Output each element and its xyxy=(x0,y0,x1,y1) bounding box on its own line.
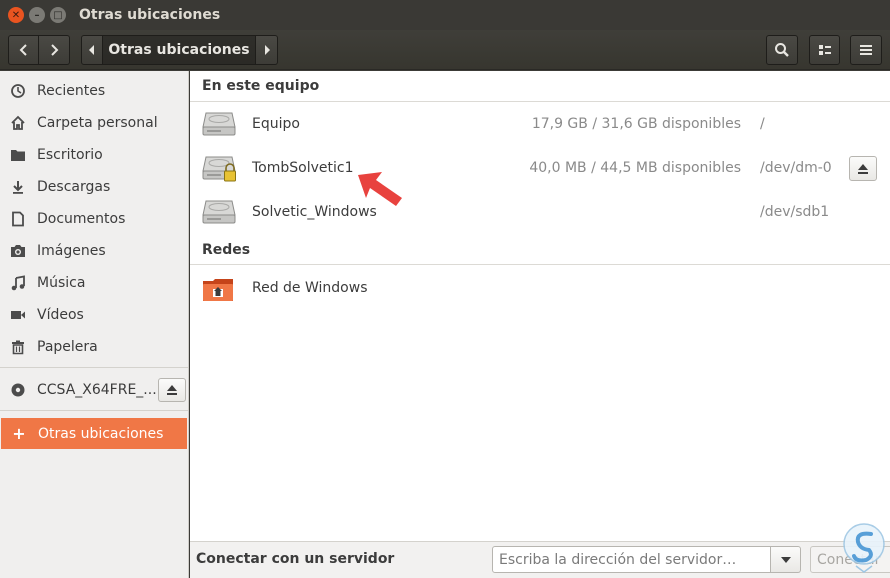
sidebar-item-label: Carpeta personal xyxy=(37,115,158,131)
sidebar-item-label: Recientes xyxy=(37,83,106,99)
triangle-left-icon xyxy=(89,45,94,55)
list-item-network-red-de-windows[interactable]: Red de Windows xyxy=(190,267,890,311)
server-history-dropdown[interactable] xyxy=(771,546,801,573)
search-icon xyxy=(775,43,789,57)
sidebar-item-descargas[interactable]: Descargas xyxy=(0,171,188,203)
logo-watermark-icon xyxy=(843,523,885,573)
sidebar-item-imagenes[interactable]: Imágenes xyxy=(0,235,188,267)
view-options-button[interactable] xyxy=(809,35,840,65)
sidebar-item-label: Escritorio xyxy=(37,147,103,163)
view-options-icon xyxy=(818,45,831,55)
eject-icon xyxy=(858,163,868,174)
sidebar-item-label: Vídeos xyxy=(37,307,84,323)
connect-to-server-bar: Conectar con un servidor Conectar xyxy=(190,541,890,578)
sidebar-item-videos[interactable]: Vídeos xyxy=(0,299,188,331)
hard-drive-icon xyxy=(202,200,236,224)
network-folder-icon xyxy=(203,279,233,301)
sidebar-item-label: Imágenes xyxy=(37,243,106,259)
list-item-drive-equipo[interactable]: Equipo 17,9 GB / 31,6 GB disponibles / xyxy=(190,103,890,147)
sidebar-item-otras-ubicaciones[interactable]: + Otras ubicaciones xyxy=(1,418,187,449)
minimize-icon[interactable]: – xyxy=(29,7,45,23)
sidebar: Recientes Carpeta personal Escritorio De… xyxy=(0,71,189,578)
list-item-drive-solvetic-windows[interactable]: Solvetic_Windows /dev/sdb1 xyxy=(190,191,890,235)
path-bar-current[interactable]: Otras ubicaciones xyxy=(103,35,256,65)
trash-icon xyxy=(9,339,27,355)
section-heading-networks: Redes xyxy=(202,242,251,258)
download-icon xyxy=(9,179,27,195)
drive-name: TombSolvetic1 xyxy=(252,160,354,176)
triangle-right-icon xyxy=(264,45,270,55)
section-divider xyxy=(190,264,890,265)
path-scroll-right[interactable] xyxy=(256,35,278,65)
section-divider xyxy=(190,101,890,102)
sidebar-item-label: CCSA_X64FRE_... xyxy=(37,382,157,398)
path-scroll-left[interactable] xyxy=(81,35,103,65)
sidebar-item-carpeta-personal[interactable]: Carpeta personal xyxy=(0,107,188,139)
camera-icon xyxy=(9,243,27,259)
plus-icon: + xyxy=(12,424,26,443)
list-item-drive-tombsolvetic1[interactable]: TombSolvetic1 40,0 MB / 44,5 MB disponib… xyxy=(190,147,890,191)
sidebar-item-label: Descargas xyxy=(37,179,111,195)
back-button[interactable] xyxy=(8,35,39,65)
server-address-input[interactable] xyxy=(492,546,771,573)
eject-icon xyxy=(167,385,177,395)
sidebar-item-label: Documentos xyxy=(37,211,126,227)
eject-drive-button[interactable] xyxy=(849,156,877,181)
hamburger-menu-icon xyxy=(860,45,872,55)
sidebar-item-recientes[interactable]: Recientes xyxy=(0,75,188,107)
home-icon xyxy=(9,115,27,131)
window-title: Otras ubicaciones xyxy=(79,7,221,23)
locked-drive-icon xyxy=(202,156,236,182)
sidebar-item-musica[interactable]: Música xyxy=(0,267,188,299)
optical-disc-icon xyxy=(9,382,27,398)
back-arrow-icon xyxy=(19,44,27,56)
maximize-icon[interactable]: □ xyxy=(50,7,66,23)
section-heading-computer: En este equipo xyxy=(202,78,320,94)
document-icon xyxy=(9,211,27,227)
drive-free-space: 40,0 MB / 44,5 MB disponibles xyxy=(529,160,741,176)
search-button[interactable] xyxy=(766,35,798,65)
connect-server-label: Conectar con un servidor xyxy=(196,551,395,567)
forward-arrow-icon xyxy=(51,44,59,56)
clock-icon xyxy=(9,83,27,99)
sidebar-item-label: Otras ubicaciones xyxy=(38,425,164,442)
title-bar: ✕ – □ Otras ubicaciones xyxy=(0,0,890,30)
sidebar-item-label: Música xyxy=(37,275,86,291)
drive-name: Solvetic_Windows xyxy=(252,204,377,220)
drive-mount-point: / xyxy=(760,116,765,132)
sidebar-divider xyxy=(0,367,188,368)
header-bar: Otras ubicaciones xyxy=(0,30,890,70)
network-name: Red de Windows xyxy=(252,280,368,296)
main-content: En este equipo Equipo 17,9 GB / 31,6 GB … xyxy=(190,71,890,541)
drive-free-space: 17,9 GB / 31,6 GB disponibles xyxy=(531,116,741,132)
sidebar-item-escritorio[interactable]: Escritorio xyxy=(0,139,188,171)
sidebar-divider xyxy=(0,410,188,411)
sidebar-item-label: Papelera xyxy=(37,339,98,355)
drive-mount-point: /dev/sdb1 xyxy=(760,204,830,220)
hard-drive-icon xyxy=(202,112,236,136)
chevron-down-icon xyxy=(780,556,791,563)
video-icon xyxy=(9,307,27,323)
drive-name: Equipo xyxy=(252,116,300,132)
drive-mount-point: /dev/dm-0 xyxy=(760,160,832,176)
sidebar-item-documentos[interactable]: Documentos xyxy=(0,203,188,235)
close-icon[interactable]: ✕ xyxy=(8,7,24,23)
menu-button[interactable] xyxy=(850,35,882,65)
music-note-icon xyxy=(9,275,27,291)
sidebar-item-papelera[interactable]: Papelera xyxy=(0,331,188,363)
forward-button[interactable] xyxy=(39,35,70,65)
folder-icon xyxy=(9,147,27,163)
eject-button[interactable] xyxy=(158,378,186,402)
